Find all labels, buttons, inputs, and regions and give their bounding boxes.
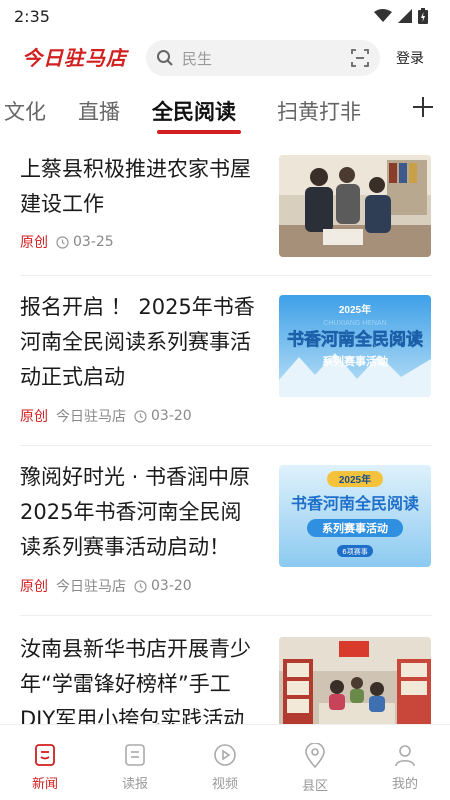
nav-district[interactable]: 县区 (285, 743, 345, 794)
article-thumbnail: 2025年 CHUXIANG HENAN 书香河南全民阅读 系列赛事活动 (279, 295, 431, 397)
article-meta: 原创 03-25 (20, 232, 114, 252)
original-tag: 原创 (20, 579, 48, 595)
title-line: 河南全民阅读系列赛事活 (20, 330, 251, 354)
nav-label: 县区 (301, 779, 328, 794)
status-time: 2:35 (14, 6, 50, 26)
clock-icon (134, 409, 147, 423)
add-channel-icon[interactable] (408, 92, 438, 122)
nav-profile[interactable]: 我的 (375, 743, 435, 792)
publish-date: 03-20 (151, 408, 192, 424)
article-source: 今日驻马店 (56, 409, 126, 425)
battery-icon (418, 8, 428, 24)
banner-caption: 系列赛事活动 (322, 354, 388, 368)
article-thumbnail (279, 155, 431, 257)
article-list: 上蔡县积极推进农家书屋 建设工作 原创 03-25 报名开启 ！ 2025年书香… (0, 136, 450, 724)
nav-label: 视频 (211, 777, 238, 792)
bottom-navigation: 新闻 读报 视频 县区 我的 (0, 724, 450, 800)
signal-icon (398, 9, 412, 23)
tab-anti-pornography[interactable]: 扫黄打非 (277, 96, 361, 126)
search-icon (157, 50, 173, 66)
banner-subtitle: CHUXIANG HENAN (323, 320, 386, 327)
search-input[interactable]: 民生 (146, 40, 380, 76)
nav-label: 我的 (391, 777, 418, 792)
nav-newspaper[interactable]: 读报 (105, 743, 165, 792)
scan-icon[interactable] (350, 48, 370, 68)
article-meta: 原创 今日驻马店 03-20 (20, 576, 192, 596)
channel-tabs: 文化 直播 全民阅读 扫黄打非 (0, 88, 450, 134)
children-handcraft-photo-icon (279, 637, 431, 724)
profile-icon (395, 745, 415, 767)
nav-news[interactable]: 新闻 (15, 743, 75, 792)
title-line: 年“学雷锋好榜样”手工 (20, 672, 231, 696)
title-line: 汝南县新华书店开展青少 (20, 637, 251, 661)
article-source: 今日驻马店 (56, 579, 126, 595)
status-bar: 2:35 (0, 0, 450, 32)
divider (20, 275, 432, 276)
tab-active-indicator (157, 130, 241, 134)
article-title: 报名开启 ！ 2025年书香 河南全民阅读系列赛事活 动正式启动 (20, 290, 270, 395)
title-line: 2025年书香河南全民阅 (20, 500, 242, 524)
tab-culture[interactable]: 文化 (4, 96, 46, 126)
banner-year: 2025年 (339, 303, 371, 316)
title-line: 建设工作 (20, 192, 104, 216)
title-line: 读系列赛事活动启动！ (20, 535, 230, 559)
tab-live[interactable]: 直播 (78, 96, 120, 126)
clock-icon (56, 235, 69, 249)
publish-time: 03-20 (134, 578, 192, 594)
publish-date: 03-20 (151, 578, 192, 594)
article-thumbnail: 2025年 书香河南全民阅读 系列赛事活动 6项赛事 (279, 465, 431, 567)
video-icon (214, 744, 236, 766)
search-placeholder: 民生 (182, 49, 213, 68)
article-meta: 原创 今日驻马店 03-20 (20, 406, 192, 426)
people-in-bookstore-photo-icon (279, 155, 431, 257)
newspaper-icon (125, 744, 145, 766)
app-header: 今日驻马店 民生 登录 (0, 36, 450, 80)
app-logo: 今日驻马店 (22, 46, 127, 70)
title-line: 上蔡县积极推进农家书屋 (20, 157, 251, 181)
nav-label: 新闻 (31, 777, 58, 792)
article-title: 豫阅好时光 · 书香润中原 2025年书香河南全民阅 读系列赛事活动启动！ (20, 460, 270, 565)
publish-time: 03-25 (56, 234, 114, 250)
article-thumbnail (279, 637, 431, 724)
title-line: 报名开启 ！ 2025年书香 (20, 295, 255, 319)
nav-video[interactable]: 视频 (195, 743, 255, 792)
login-button[interactable]: 登录 (396, 48, 424, 68)
clock-icon (134, 579, 147, 593)
banner-title: 书香河南全民阅读 (291, 494, 419, 513)
divider (20, 445, 432, 446)
article-title: 汝南县新华书店开展青少 年“学雷锋好榜样”手工 DIY军用小挎包实践活动 (20, 632, 270, 724)
title-line: DIY军用小挎包实践活动 (20, 707, 245, 724)
tab-reading[interactable]: 全民阅读 (152, 96, 236, 126)
banner-year: 2025年 (339, 473, 371, 486)
divider (20, 615, 432, 616)
wifi-icon (374, 9, 392, 22)
tabs-fade (372, 88, 404, 134)
original-tag: 原创 (20, 409, 48, 425)
publish-date: 03-25 (73, 234, 114, 250)
reading-campaign-banner: 2025年 CHUXIANG HENAN 书香河南全民阅读 系列赛事活动 (279, 295, 431, 397)
status-icons (374, 8, 428, 24)
reading-campaign-banner: 2025年 书香河南全民阅读 系列赛事活动 6项赛事 (279, 465, 431, 567)
banner-caption: 系列赛事活动 (322, 521, 388, 535)
title-line: 豫阅好时光 · 书香润中原 (20, 465, 251, 489)
title-line: 动正式启动 (20, 365, 125, 389)
location-icon (305, 743, 325, 769)
nav-label: 读报 (121, 777, 148, 792)
news-icon (35, 744, 55, 766)
article-title: 上蔡县积极推进农家书屋 建设工作 (20, 152, 270, 222)
banner-badge: 6项赛事 (342, 547, 367, 556)
original-tag: 原创 (20, 235, 48, 251)
banner-title: 书香河南全民阅读 (287, 329, 423, 350)
publish-time: 03-20 (134, 408, 192, 424)
